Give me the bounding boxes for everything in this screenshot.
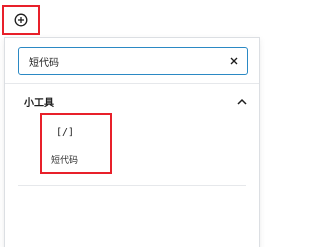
divider bbox=[18, 185, 246, 186]
block-search-input[interactable]: 短代码 bbox=[18, 47, 248, 75]
chevron-up-icon[interactable] bbox=[235, 94, 249, 108]
plus-circle-icon bbox=[14, 13, 28, 27]
block-inserter-popover: 短代码 小工具 [/] 短代码 bbox=[4, 37, 260, 247]
divider bbox=[5, 83, 259, 84]
block-item-label: 短代码 bbox=[51, 156, 79, 166]
search-input-value[interactable]: 短代码 bbox=[29, 54, 227, 69]
editor-stage: 短代码 小工具 [/] 短代码 bbox=[0, 0, 300, 247]
add-block-button[interactable] bbox=[2, 5, 40, 35]
shortcode-block-item[interactable]: [/] 短代码 bbox=[40, 113, 112, 174]
widgets-panel-header[interactable]: 小工具 bbox=[24, 93, 249, 109]
close-icon[interactable] bbox=[227, 54, 241, 68]
shortcode-icon: [/] bbox=[56, 127, 75, 138]
panel-title: 小工具 bbox=[24, 97, 54, 109]
